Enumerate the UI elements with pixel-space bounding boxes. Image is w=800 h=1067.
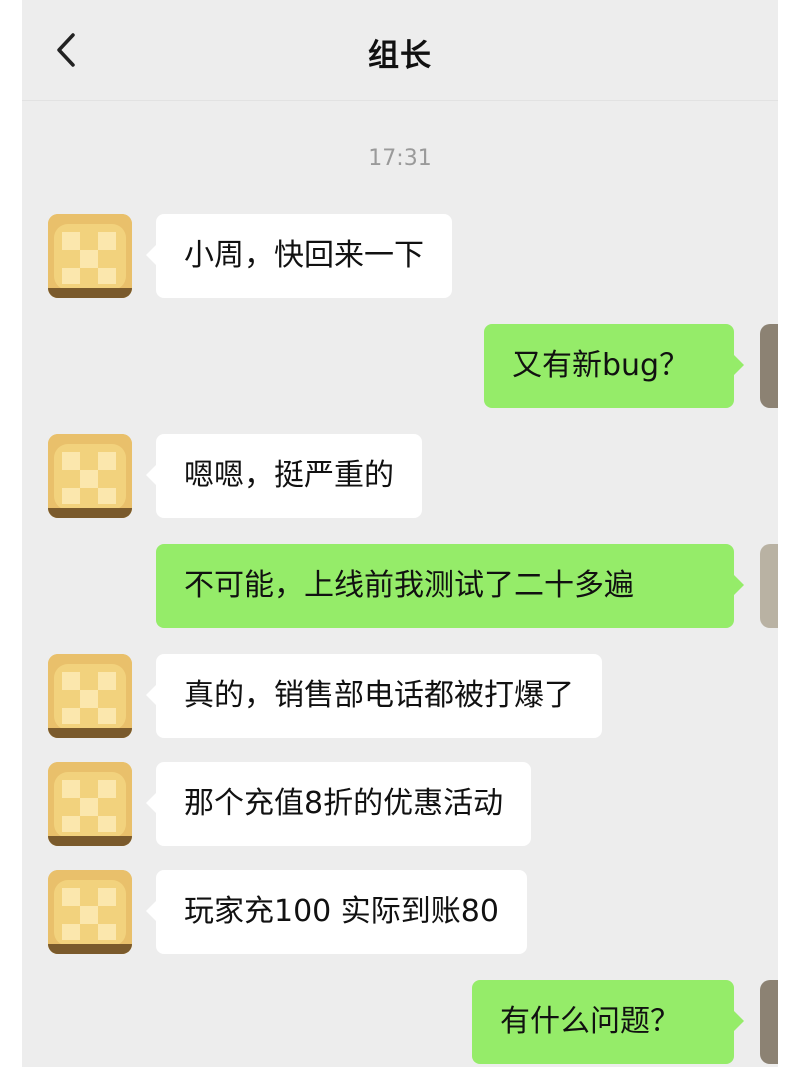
self-avatar[interactable] <box>760 544 778 628</box>
avatar-image <box>48 654 132 738</box>
message-bubble-incoming[interactable]: 玩家充100 实际到账80 <box>146 870 527 954</box>
message-bubble-outgoing[interactable]: 又有新bug？ <box>484 324 744 408</box>
chat-title: 组长 <box>368 38 432 74</box>
contact-avatar[interactable] <box>48 654 132 738</box>
avatar-image <box>48 214 132 298</box>
avatar-image <box>48 762 132 846</box>
self-avatar[interactable] <box>760 980 778 1064</box>
message-bubble-incoming[interactable]: 真的，销售部电话都被打爆了 <box>146 654 602 738</box>
message-bubble-outgoing[interactable]: 不可能，上线前我测试了二十多遍 <box>156 544 744 628</box>
message-bubble-outgoing[interactable]: 有什么问题？ <box>472 980 744 1064</box>
contact-avatar[interactable] <box>48 434 132 518</box>
message-bubble-incoming[interactable]: 小周，快回来一下 <box>146 214 452 298</box>
timestamp: 17:31 <box>368 146 432 171</box>
message-bubble-incoming[interactable]: 那个充值8折的优惠活动 <box>145 762 532 846</box>
avatar-image <box>48 870 132 954</box>
contact-avatar[interactable] <box>48 214 132 298</box>
contact-avatar[interactable] <box>48 762 132 846</box>
self-avatar[interactable] <box>760 324 778 408</box>
avatar-image <box>48 434 132 518</box>
chat-screen: 组长 17:31 小周，快回来一下 又有新bug？ 嗯嗯，挺严重的 不可能，上线… <box>22 0 778 1067</box>
message-bubble-incoming[interactable]: 嗯嗯，挺严重的 <box>146 434 422 518</box>
contact-avatar[interactable] <box>48 870 132 954</box>
chat-header: 组长 <box>22 0 778 101</box>
